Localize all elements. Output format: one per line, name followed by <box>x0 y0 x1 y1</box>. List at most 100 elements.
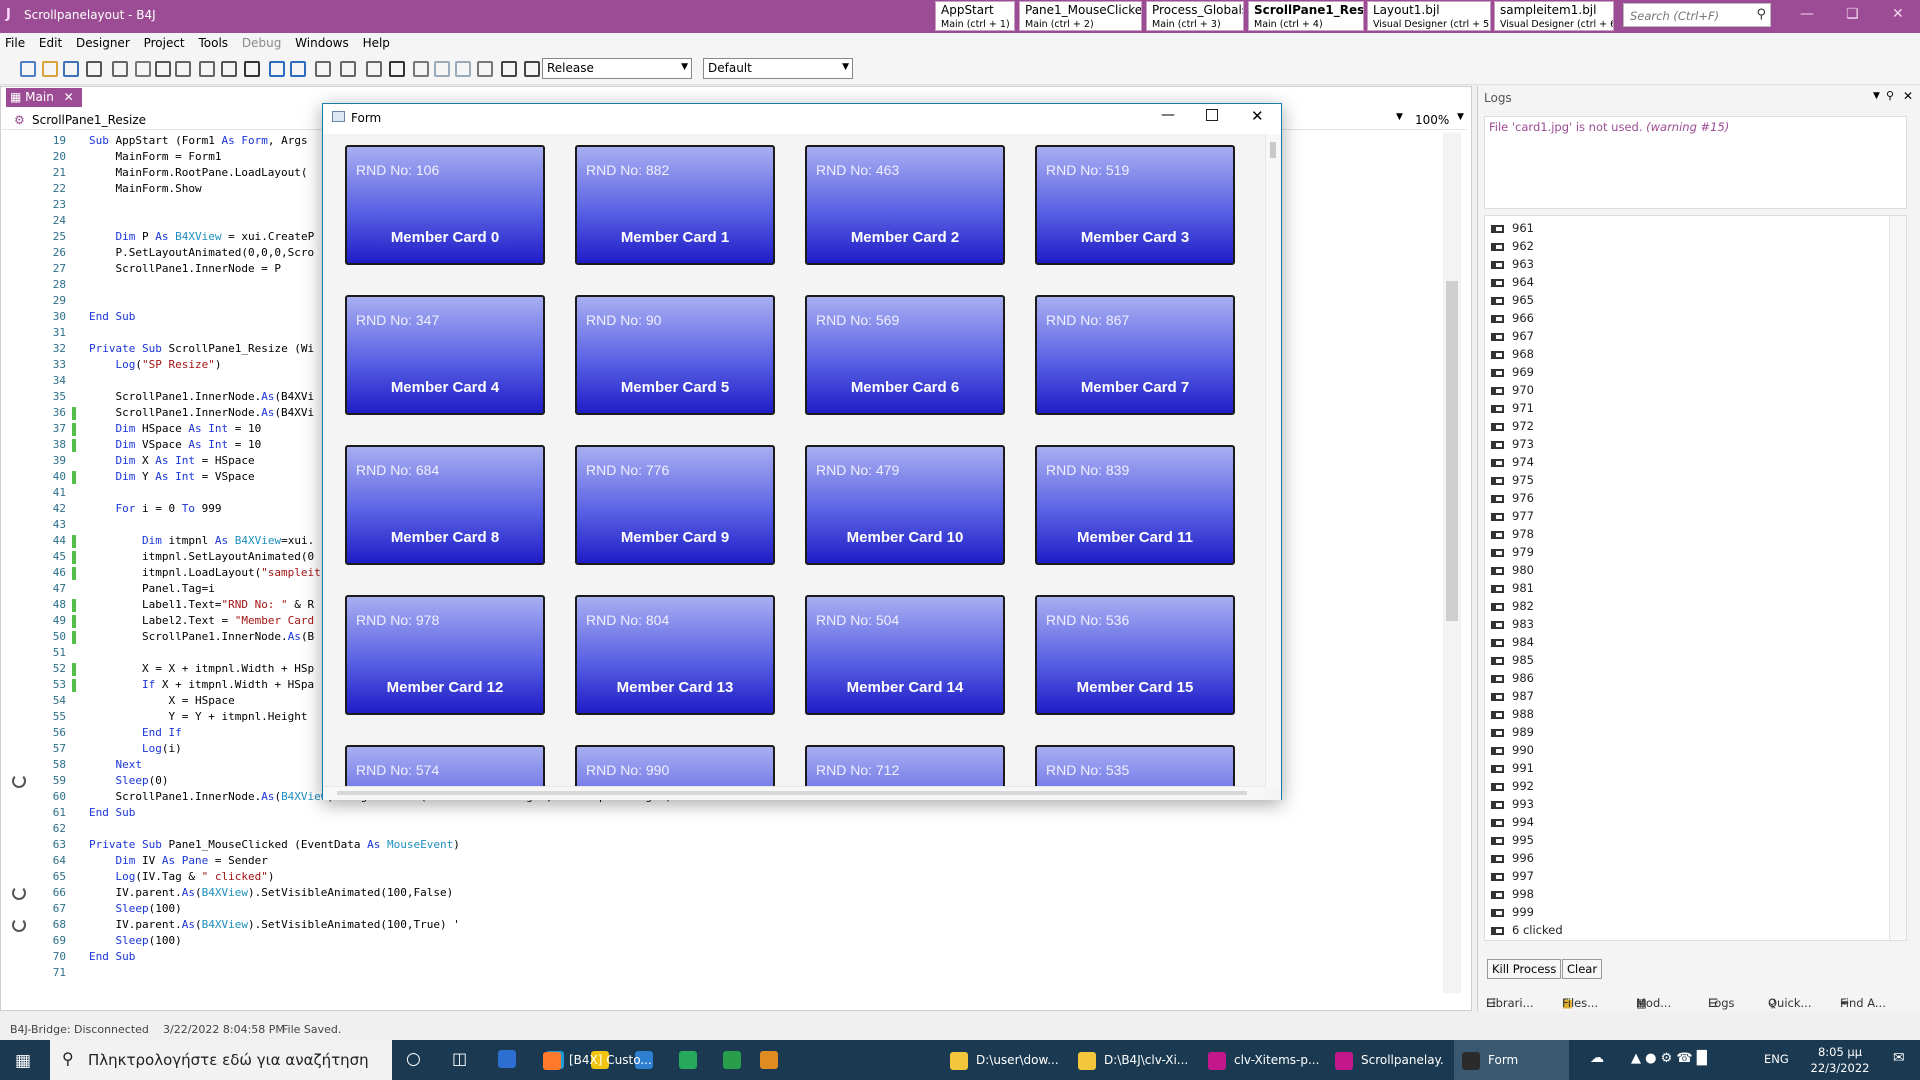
list-item[interactable]: 996 <box>1491 849 1534 867</box>
list-item[interactable]: 971 <box>1491 399 1534 417</box>
list-item[interactable]: 983 <box>1491 615 1534 633</box>
member-card[interactable]: RND No: 776 Member Card 9 <box>575 445 775 565</box>
taskbar-search-input[interactable]: ⚲ Πληκτρολογήστε εδώ για αναζήτηση <box>50 1040 392 1080</box>
close-icon[interactable]: ✕ <box>1251 107 1264 125</box>
notification-icon[interactable]: ✉ <box>1893 1050 1905 1066</box>
list-item[interactable]: 969 <box>1491 363 1534 381</box>
code-line[interactable]: Log(IV.Tag & " clicked") <box>89 869 275 885</box>
list-item[interactable]: 979 <box>1491 543 1534 561</box>
minimize-icon[interactable]: — <box>1800 6 1814 22</box>
menu-windows[interactable]: Windows <box>290 33 354 50</box>
member-card[interactable]: RND No: 684 Member Card 8 <box>345 445 545 565</box>
list-item[interactable]: 980 <box>1491 561 1534 579</box>
code-line[interactable]: Sub AppStart (Form1 As Form, Args <box>89 133 308 149</box>
menu-designer[interactable]: Designer <box>71 33 135 50</box>
toolbar-button-icon[interactable] <box>413 61 429 77</box>
member-card[interactable]: RND No: 882 Member Card 1 <box>575 145 775 265</box>
current-sub[interactable]: ScrollPane1_Resize <box>32 113 146 127</box>
toolbar-button-icon[interactable] <box>290 61 306 77</box>
list-item[interactable]: 997 <box>1491 867 1534 885</box>
list-item[interactable]: 989 <box>1491 723 1534 741</box>
log-scrollbar[interactable] <box>1889 216 1906 940</box>
menu-file[interactable]: File <box>0 33 30 50</box>
toolbar-button-icon[interactable] <box>155 61 171 77</box>
member-card[interactable]: RND No: 519 Member Card 3 <box>1035 145 1235 265</box>
toolbar-button-icon[interactable] <box>366 61 382 77</box>
restore-icon[interactable]: ❏ <box>1846 6 1859 22</box>
list-item[interactable]: 975 <box>1491 471 1534 489</box>
form-title-bar[interactable]: Form — ✕ <box>323 104 1281 133</box>
code-line[interactable]: Sleep(100) <box>89 901 182 917</box>
menu-help[interactable]: Help <box>358 33 395 50</box>
list-item[interactable]: 984 <box>1491 633 1534 651</box>
list-item[interactable]: 981 <box>1491 579 1534 597</box>
toolbar-button-icon[interactable] <box>175 61 191 77</box>
scroll-pane[interactable]: RND No: 106 Member Card 0 RND No: 882 Membe… <box>323 134 1281 800</box>
toolbar-button-icon[interactable] <box>524 61 540 77</box>
clear-button[interactable]: Clear <box>1562 959 1603 979</box>
code-line[interactable]: Dim X As Int = HSpace <box>89 453 255 469</box>
list-item[interactable]: 972 <box>1491 417 1534 435</box>
toolbar-button-icon[interactable] <box>501 61 517 77</box>
close-icon[interactable]: ✕ <box>1903 89 1913 103</box>
quick-tab[interactable]: Process_Globals Main (ctrl + 3) <box>1146 1 1244 31</box>
zoom-level[interactable]: 100% <box>1415 113 1449 127</box>
list-item[interactable]: 967 <box>1491 327 1534 345</box>
toolbar-button-icon[interactable] <box>42 61 58 77</box>
editor-scrollbar[interactable] <box>1443 133 1461 993</box>
list-item[interactable]: 963 <box>1491 255 1534 273</box>
code-line[interactable]: Sleep(0) <box>89 773 169 789</box>
member-card[interactable]: RND No: 463 Member Card 2 <box>805 145 1005 265</box>
list-item[interactable]: 986 <box>1491 669 1534 687</box>
code-line[interactable]: End Sub <box>89 805 135 821</box>
code-line[interactable]: X = X + itmpnl.Width + HSp <box>89 661 314 677</box>
chevron-down-icon[interactable]: ▼ <box>1457 112 1464 122</box>
quick-tab[interactable]: Layout1.bjl Visual Designer (ctrl + 5) <box>1367 1 1491 31</box>
toolbar-button-icon[interactable] <box>315 61 331 77</box>
taskbar-app-icon[interactable] <box>760 1051 778 1069</box>
list-item[interactable]: 991 <box>1491 759 1534 777</box>
toolbar-button-icon[interactable] <box>63 61 79 77</box>
form-vertical-scrollbar[interactable] <box>1265 134 1280 788</box>
quick-tab[interactable]: ScrollPane1_Resize Main (ctrl + 4) <box>1248 1 1364 31</box>
windows-start-icon[interactable]: ▦ <box>15 1051 31 1071</box>
taskbar-app-icon[interactable] <box>723 1051 741 1069</box>
member-card[interactable]: RND No: 867 Member Card 7 <box>1035 295 1235 415</box>
menu-tools[interactable]: Tools <box>193 33 233 50</box>
list-item[interactable]: 992 <box>1491 777 1534 795</box>
scroll-thumb[interactable] <box>1270 142 1276 158</box>
list-item[interactable]: 978 <box>1491 525 1534 543</box>
toolbar-button-icon[interactable] <box>477 61 493 77</box>
code-line[interactable]: Dim itmpnl As B4XView=xui. <box>89 533 314 549</box>
code-line[interactable]: End Sub <box>89 949 135 965</box>
code-line[interactable]: ScrollPane1.InnerNode.As(B <box>89 629 314 645</box>
member-card[interactable]: RND No: 504 Member Card 14 <box>805 595 1005 715</box>
toolbar-button-icon[interactable] <box>389 61 405 77</box>
tray-icons[interactable]: ▲ ● ⚙ ☎ █ <box>1631 1051 1707 1066</box>
code-line[interactable]: Y = Y + itmpnl.Height <box>89 709 307 725</box>
code-line[interactable]: Log("SP Resize") <box>89 357 222 373</box>
taskbar-app[interactable]: D:\B4J\clv-Xi... <box>1078 1040 1193 1080</box>
code-line[interactable]: Dim Y As Int = VSpace <box>89 469 255 485</box>
toolbar-button-icon[interactable] <box>244 61 260 77</box>
build-config-select[interactable]: Release ▼ <box>542 58 692 79</box>
code-line[interactable]: Dim VSpace As Int = 10 <box>89 437 262 453</box>
list-item[interactable]: 965 <box>1491 291 1534 309</box>
quick-tab[interactable]: Pane1_MouseClicked Main (ctrl + 2) <box>1019 1 1142 31</box>
scroll-thumb[interactable] <box>1446 281 1458 621</box>
list-item[interactable]: 977 <box>1491 507 1534 525</box>
pin-icon[interactable]: ⚲ <box>1886 89 1894 102</box>
code-line[interactable]: MainForm.Show <box>89 181 201 197</box>
member-card[interactable]: RND No: 569 Member Card 6 <box>805 295 1005 415</box>
list-item[interactable]: 964 <box>1491 273 1534 291</box>
toolbar-button-icon[interactable] <box>199 61 215 77</box>
list-item[interactable]: 995 <box>1491 831 1534 849</box>
close-tab-icon[interactable]: ✕ <box>64 90 74 104</box>
quick-tab[interactable]: sampleitem1.bjl Visual Designer (ctrl + 6… <box>1494 1 1614 31</box>
list-item[interactable]: 982 <box>1491 597 1534 615</box>
member-card[interactable]: RND No: 106 Member Card 0 <box>345 145 545 265</box>
code-line[interactable]: IV.parent.As(B4XView).SetVisibleAnimated… <box>89 917 459 933</box>
code-line[interactable]: Sleep(100) <box>89 933 182 949</box>
code-line[interactable]: MainForm = Form1 <box>89 149 221 165</box>
list-item[interactable]: 962 <box>1491 237 1534 255</box>
